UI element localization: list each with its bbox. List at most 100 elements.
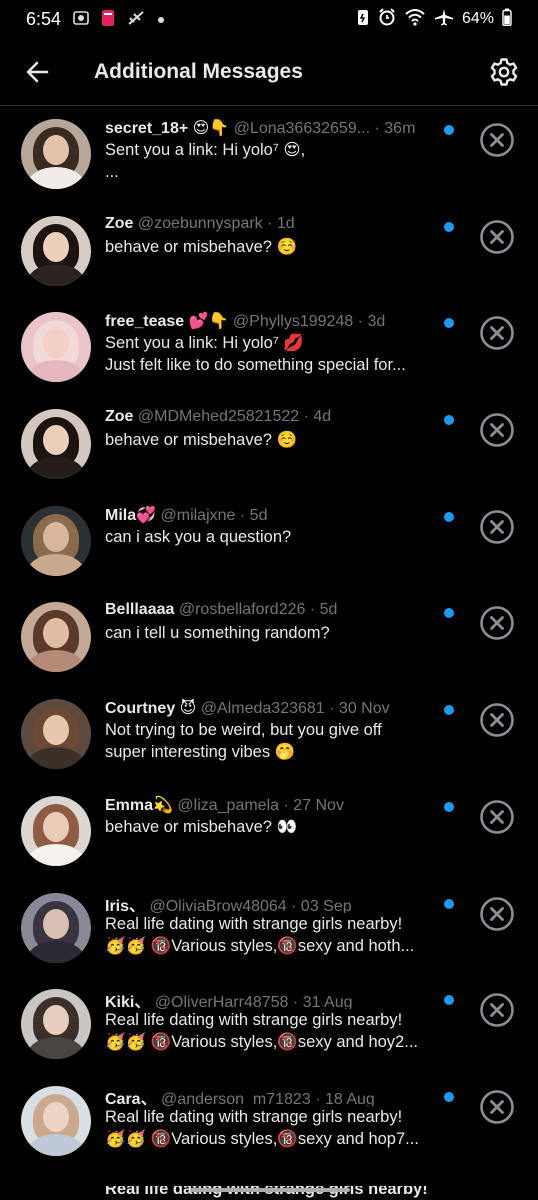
sender-line: Iris、 @OliviaBrow48064 · 03 Sep xyxy=(105,892,435,913)
page-title: Additional Messages xyxy=(94,59,303,83)
dismiss-button[interactable] xyxy=(479,509,515,545)
status-bar: 6:54 64% xyxy=(0,0,538,38)
sender-handle: @OliviaBrow48064 xyxy=(149,897,287,913)
dismiss-button[interactable] xyxy=(479,412,515,448)
message-request-list: secret_18+ 😍👇 @Lona36632659... · 36m Sen… xyxy=(0,106,538,1170)
close-circle-icon xyxy=(480,316,514,351)
dismiss-button[interactable] xyxy=(479,122,515,158)
avatar[interactable] xyxy=(21,602,91,673)
message-content[interactable]: Cara、 @anderson_m71823 · 18 Aug Real lif… xyxy=(105,1085,435,1150)
avatar[interactable] xyxy=(21,312,91,383)
unread-dot xyxy=(444,318,454,329)
message-content[interactable]: Belllaaaa @rosbellaford226 · 5d can i te… xyxy=(105,601,435,644)
unread-dot xyxy=(444,511,454,522)
message-request-item[interactable]: Mila💞 @milajxne · 5d can i ask you a que… xyxy=(0,493,538,590)
avatar[interactable] xyxy=(21,505,91,576)
message-time: · 27 Nov xyxy=(283,796,344,814)
avatar[interactable] xyxy=(21,119,91,189)
back-button[interactable] xyxy=(22,56,54,88)
message-content[interactable]: Courtney 😈 @Almeda323681 · 30 Nov Not tr… xyxy=(105,698,435,763)
message-time: · 3d xyxy=(357,313,386,331)
message-preview-line-1: can i tell u something random? xyxy=(105,624,330,643)
sender-name: secret_18+ 😍👇 xyxy=(105,120,230,137)
alarm-icon xyxy=(378,7,396,31)
sender-line: Kiki、 @OliverHarr48758 · 31 Aug xyxy=(105,988,435,1009)
app-bar: Additional Messages xyxy=(0,38,538,106)
avatar[interactable] xyxy=(21,215,91,286)
dismiss-button[interactable] xyxy=(479,605,515,641)
avatar-body-shape xyxy=(28,360,84,383)
message-request-item[interactable]: Belllaaaa @rosbellaford226 · 5d can i te… xyxy=(0,589,538,686)
avatar-face-shape xyxy=(43,425,69,456)
unread-dot xyxy=(444,898,454,909)
message-time: · 31 Aug xyxy=(292,994,353,1010)
message-preview-line-1: Sent you a link: Hi yolo⁷ 😍, xyxy=(105,141,306,159)
close-circle-icon xyxy=(480,606,514,641)
message-content[interactable]: Iris、 @OliviaBrow48064 · 03 Sep Real lif… xyxy=(105,892,435,957)
avatar-face-shape xyxy=(43,715,69,746)
message-request-item[interactable]: Zoe @MDMehed25821522 · 4d behave or misb… xyxy=(0,396,538,493)
dismiss-button[interactable] xyxy=(479,315,515,351)
close-circle-icon xyxy=(480,1090,514,1124)
sender-name: free_tease 💕👇 xyxy=(105,313,229,331)
sender-name: Zoe xyxy=(105,214,134,232)
message-time: · 03 Sep xyxy=(291,897,352,913)
close-circle-icon xyxy=(480,219,514,254)
message-request-item[interactable]: Courtney 😈 @Almeda323681 · 30 Nov Not tr… xyxy=(0,686,538,783)
battery-level: 64% xyxy=(461,10,494,27)
sender-handle: @liza_pamela xyxy=(177,796,280,814)
airplane-mode-icon xyxy=(434,8,454,31)
sender-handle: @anderson_m71823 xyxy=(161,1090,311,1106)
dismiss-button[interactable] xyxy=(479,896,515,932)
avatar[interactable] xyxy=(21,699,91,770)
dismiss-button[interactable] xyxy=(479,799,515,835)
avatar[interactable] xyxy=(21,1085,91,1156)
avatar[interactable] xyxy=(21,892,91,963)
message-preview-line-1: Sent you a link: Hi yolo⁷ 💋 xyxy=(105,334,304,353)
sender-line: Cara、 @anderson_m71823 · 18 Aug xyxy=(105,1085,435,1106)
settings-button[interactable] xyxy=(488,56,520,88)
avatar-body-shape xyxy=(28,747,84,770)
avatar-face-shape xyxy=(43,231,69,262)
avatar[interactable] xyxy=(21,409,91,480)
close-circle-icon xyxy=(480,413,514,447)
message-preview-line-1: can i ask you a question? xyxy=(105,527,292,546)
message-time: · 4d xyxy=(303,408,332,426)
sender-line: secret_18+ 😍👇 @Lona36632659... · 36m xyxy=(105,118,435,139)
dismiss-button[interactable] xyxy=(479,702,515,738)
dismiss-button[interactable] xyxy=(479,1089,515,1125)
message-request-item[interactable]: Cara、 @anderson_m71823 · 18 Aug Real lif… xyxy=(0,1073,538,1170)
avatar-body-shape xyxy=(28,1133,84,1156)
message-request-item[interactable]: free_tease 💕👇 @Phyllys199248 · 3d Sent y… xyxy=(0,299,538,396)
message-content[interactable]: Mila💞 @milajxne · 5d can i ask you a que… xyxy=(105,505,435,548)
message-content[interactable]: Kiki、 @OliverHarr48758 · 31 Aug Real lif… xyxy=(105,988,435,1053)
close-circle-icon xyxy=(480,800,514,834)
message-request-item[interactable]: Zoe @zoebunnyspark · 1d behave or misbeh… xyxy=(0,203,538,300)
message-request-item[interactable]: Emma💫 @liza_pamela · 27 Nov behave or mi… xyxy=(0,783,538,880)
message-content[interactable]: Zoe @zoebunnyspark · 1d behave or misbeh… xyxy=(105,215,435,258)
avatar[interactable] xyxy=(21,989,91,1060)
avatar-body-shape xyxy=(28,553,84,576)
message-preview-line-2: super interesting vibes 🤭 xyxy=(105,743,296,762)
message-preview-line-2: 🥳🥳 🔞Various styles,🔞sexy and hoy2... xyxy=(105,1033,418,1052)
sender-name: Belllaaaa xyxy=(105,601,175,619)
message-content[interactable]: free_tease 💕👇 @Phyllys199248 · 3d Sent y… xyxy=(105,311,435,376)
message-content[interactable]: Emma💫 @liza_pamela · 27 Nov behave or mi… xyxy=(105,795,435,838)
message-preview-line-1: Real life dating with strange girls near… xyxy=(105,1107,403,1126)
sender-name: Kiki、 xyxy=(105,994,151,1010)
avatar-face-shape xyxy=(43,811,69,842)
message-request-item[interactable]: Kiki、 @OliverHarr48758 · 31 Aug Real lif… xyxy=(0,976,538,1073)
message-content[interactable]: Zoe @MDMehed25821522 · 4d behave or misb… xyxy=(105,408,435,451)
avatar-face-shape xyxy=(43,1101,69,1132)
dismiss-button[interactable] xyxy=(479,219,515,255)
home-indicator[interactable] xyxy=(190,1188,350,1192)
message-content[interactable]: secret_18+ 😍👇 @Lona36632659... · 36m Sen… xyxy=(105,118,435,183)
wifi-icon xyxy=(404,8,426,31)
message-request-item[interactable]: secret_18+ 😍👇 @Lona36632659... · 36m Sen… xyxy=(0,106,538,203)
message-preview-line-1: behave or misbehave? 👀 xyxy=(105,817,298,836)
avatar[interactable] xyxy=(21,795,91,866)
message-time: · 18 Aug xyxy=(315,1090,375,1106)
message-request-item[interactable]: Iris、 @OliviaBrow48064 · 03 Sep Real lif… xyxy=(0,880,538,977)
dismiss-button[interactable] xyxy=(479,992,515,1028)
avatar-face-shape xyxy=(43,521,69,552)
